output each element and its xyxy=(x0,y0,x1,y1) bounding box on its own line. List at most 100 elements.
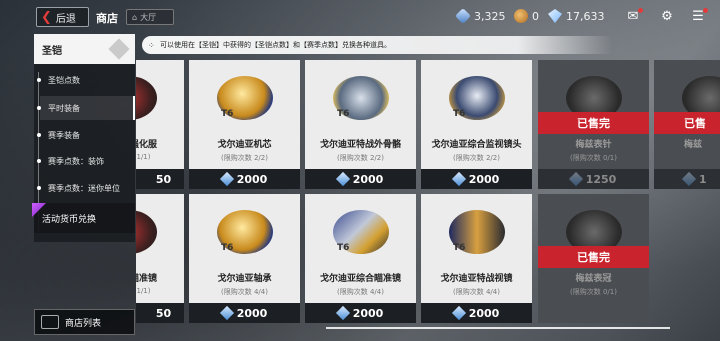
item-image xyxy=(421,194,532,269)
price-value: 1250 xyxy=(585,172,617,186)
item-card[interactable]: T6 戈尔迪亚综合监视镜头 (限购次数 2/2) 2000 xyxy=(421,60,532,189)
item-limit: (限购次数 2/2) xyxy=(337,154,384,162)
sidebar-item-season-decor[interactable]: 赛季点数：装饰 xyxy=(37,149,135,173)
item-image xyxy=(136,194,184,269)
category-header[interactable]: 圣铠 xyxy=(34,34,135,64)
sidebar-item-regular-equipment[interactable]: 平时装备 xyxy=(37,96,135,120)
item-art xyxy=(136,75,157,120)
item-card[interactable]: T6 戈尔迪亚特战视镜 (限购次数 4/4) 2000 xyxy=(421,194,532,323)
item-name: 瞄准镜 xyxy=(136,274,157,284)
gem-currency-icon xyxy=(548,9,562,23)
item-name: 戈尔迪亚综合监视镜头 xyxy=(431,140,522,150)
menu-icon[interactable]: ☰ xyxy=(690,8,708,24)
cube-currency-icon xyxy=(568,171,583,187)
cube-currency-icon xyxy=(219,171,234,187)
hall-label: 大厅 xyxy=(140,12,157,22)
resource-value: 0 xyxy=(532,9,539,23)
info-icon: ⁘ xyxy=(148,41,155,50)
tier-label: T6 xyxy=(337,109,350,119)
hall-button[interactable]: ⌂ 大厅 xyxy=(126,9,174,25)
item-image xyxy=(189,60,300,135)
item-card-sold-out: 已售完 梅兹表针 (限购次数 0/1) 1250 xyxy=(538,60,649,189)
cube-currency-icon xyxy=(335,305,350,321)
notice-banner: ⁘ 可以使用在【圣铠】中获得的【圣铠点数】和【赛季点数】兑换各种道具。 xyxy=(142,36,612,54)
tier-label: T6 xyxy=(221,243,234,253)
sold-out-badge: 已售完 xyxy=(538,112,649,134)
item-price: 1 xyxy=(654,169,720,189)
item-image xyxy=(421,60,532,135)
resource-value: 17,633 xyxy=(566,9,605,23)
home-icon: ⌂ xyxy=(132,12,138,22)
item-limit: (限购次数 4/4) xyxy=(221,288,268,296)
item-card[interactable]: T6 戈尔迪亚机芯 (限购次数 2/2) 2000 xyxy=(189,60,300,189)
item-name: 梅兹 xyxy=(684,140,703,150)
item-price: 2000 xyxy=(305,169,416,189)
item-card[interactable]: 瞄准镜 1/1) 50 xyxy=(136,194,184,323)
tier-label: T6 xyxy=(453,243,466,253)
item-card[interactable]: T6 戈尔迪亚轴承 (限购次数 4/4) 2000 xyxy=(189,194,300,323)
item-image xyxy=(305,194,416,269)
price-value: 2000 xyxy=(236,306,268,320)
page-title: 商店 xyxy=(96,12,118,25)
category-label: 圣铠 xyxy=(42,45,62,57)
item-limit: 1/1) xyxy=(136,153,151,161)
resource-gem: 17,633 xyxy=(548,9,605,23)
item-limit: (限购次数 2/2) xyxy=(221,154,268,162)
tier-label: T6 xyxy=(337,243,350,253)
item-name: 戈尔迪亚特战外骨骼 xyxy=(319,140,401,150)
sidebar-item-season-equipment[interactable]: 赛季装备 xyxy=(37,123,135,147)
resource-value: 3,325 xyxy=(474,9,506,23)
item-name: 戈尔迪亚综合瞄准镜 xyxy=(319,274,401,284)
item-name: 戈尔迪亚轴承 xyxy=(217,274,272,284)
item-image xyxy=(136,60,184,135)
shop-list-label: 商店列表 xyxy=(65,318,102,329)
cart-icon xyxy=(41,315,59,329)
item-limit: (限购次数 0/1) xyxy=(570,288,617,296)
item-grid: 强化服 1/1) 50 T6 戈尔迪亚机芯 (限购次数 2/2) 2000 T6… xyxy=(136,60,720,326)
price-value: 2000 xyxy=(468,172,500,186)
back-label: 后退 xyxy=(55,13,76,25)
event-currency-exchange-button[interactable]: 活动货币兑换 xyxy=(32,203,135,233)
event-label: 活动货币兑换 xyxy=(42,214,97,225)
hexagon-icon xyxy=(108,38,130,60)
sold-out-badge: 已售完 xyxy=(538,246,649,268)
item-limit: (限购次数 2/2) xyxy=(453,154,500,162)
sidebar: 圣铠 圣铠点数 平时装备 赛季装备 赛季点数：装饰 赛季点数：迷你单位 活动货币… xyxy=(22,34,136,341)
sidebar-item-label: 赛季点数：装饰 xyxy=(48,156,104,166)
top-bar: ❮ 后退 商店 ⌂ 大厅 3,325 0 17,633 ✉ ⚙ ☰ xyxy=(0,0,720,34)
sidebar-item-season-mini-unit[interactable]: 赛季点数：迷你单位 xyxy=(37,176,135,200)
item-card[interactable]: 强化服 1/1) 50 xyxy=(136,60,184,189)
back-button[interactable]: ❮ 后退 xyxy=(36,7,89,27)
gear-icon[interactable]: ⚙ xyxy=(659,10,675,24)
price-value: 1 xyxy=(699,172,707,186)
cube-currency-icon xyxy=(219,305,234,321)
item-name: 强化服 xyxy=(136,140,157,150)
cube-currency-icon xyxy=(451,171,466,187)
price-value: 2000 xyxy=(236,172,268,186)
sidebar-item-label: 赛季装备 xyxy=(48,130,80,140)
mail-icon[interactable]: ✉ xyxy=(625,8,643,24)
resource-cube: 3,325 xyxy=(455,8,506,24)
sidebar-item-armor-points[interactable]: 圣铠点数 xyxy=(37,68,135,92)
item-limit: (限购次数 0/1) xyxy=(570,154,617,162)
price-value: 2000 xyxy=(352,172,384,186)
notification-dot xyxy=(703,8,708,13)
item-price: 1250 xyxy=(538,169,649,189)
item-limit: (限购次数 4/4) xyxy=(453,288,500,296)
shop-list-button[interactable]: 商店列表 xyxy=(34,309,135,335)
item-card[interactable]: T6 戈尔迪亚特战外骨骼 (限购次数 2/2) 2000 xyxy=(305,60,416,189)
item-card[interactable]: T6 戈尔迪亚综合瞄准镜 (限购次数 4/4) 2000 xyxy=(305,194,416,323)
sidebar-item-label: 赛季点数：迷你单位 xyxy=(48,183,120,193)
item-card-sold-out: 已售 梅兹 1 xyxy=(654,60,720,189)
price-value: 2000 xyxy=(468,306,500,320)
sidebar-item-label: 平时装备 xyxy=(48,103,80,113)
horizontal-scrollbar[interactable] xyxy=(326,327,670,329)
tier-label: T6 xyxy=(221,109,234,119)
item-price: 2000 xyxy=(305,303,416,323)
item-price: 2000 xyxy=(189,169,300,189)
resource-coin: 0 xyxy=(514,9,539,23)
price-value: 50 xyxy=(155,306,172,320)
back-arrow-icon: ❮ xyxy=(41,9,52,25)
item-limit: 1/1) xyxy=(136,287,151,295)
sold-out-badge: 已售 xyxy=(654,112,720,134)
